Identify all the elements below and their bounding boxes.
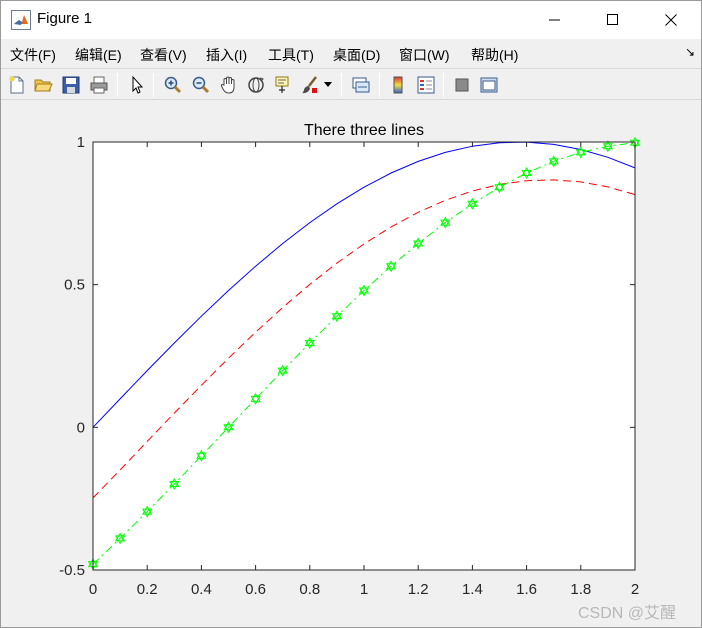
close-button[interactable]	[642, 1, 700, 39]
maximize-button[interactable]	[584, 1, 642, 39]
x-tick-label: 1	[360, 581, 368, 598]
menu-bar: 文件(F) 编辑(E) 查看(V) 插入(I) 工具(T) 桌面(D) 窗口(W…	[1, 41, 701, 67]
axes-background	[93, 142, 635, 570]
figure-window: Figure 1 文件(F) 编辑(E) 查看(V) 插入(I) 工具(T) 桌…	[0, 0, 702, 628]
new-figure-icon[interactable]	[5, 73, 29, 97]
menu-help[interactable]: 帮助(H)	[471, 45, 518, 65]
data-cursor-icon[interactable]	[271, 73, 295, 97]
save-icon[interactable]	[59, 73, 83, 97]
matlab-logo-icon	[11, 10, 31, 30]
colorbar-icon[interactable]	[386, 73, 410, 97]
open-file-icon[interactable]	[31, 73, 55, 97]
show-plot-tools-icon[interactable]	[477, 73, 501, 97]
maximize-icon	[607, 14, 618, 25]
x-tick-label: 0.4	[191, 581, 212, 598]
x-tick-label: 0.2	[137, 581, 158, 598]
brush-dropdown-icon[interactable]	[321, 73, 335, 97]
y-tick-label: 1	[77, 134, 85, 151]
link-plot-icon[interactable]	[349, 73, 373, 97]
pan-hand-icon[interactable]	[217, 73, 241, 97]
watermark-text: CSDN @艾醒	[578, 605, 677, 622]
y-tick-label: 0.5	[64, 277, 85, 294]
x-tick-label: 1.4	[462, 581, 483, 598]
x-tick-label: 2	[631, 581, 639, 598]
chart-title: There three lines	[304, 122, 424, 139]
menu-desktop[interactable]: 桌面(D)	[333, 45, 380, 65]
x-tick-label: 1.2	[408, 581, 429, 598]
menu-view[interactable]: 查看(V)	[140, 45, 187, 65]
x-tick-label: 1.8	[570, 581, 591, 598]
menu-insert[interactable]: 插入(I)	[206, 45, 247, 65]
title-bar[interactable]: Figure 1	[1, 1, 701, 39]
zoom-out-icon[interactable]	[189, 73, 213, 97]
print-icon[interactable]	[87, 73, 111, 97]
figure-canvas[interactable]: There three lines 0 0.2 0.4 0.6 0.8 1 1.2 1.4 1.…	[1, 101, 701, 627]
x-tick-label: 1.6	[516, 581, 537, 598]
toolbar-separator	[117, 73, 118, 97]
toolbar-separator	[443, 73, 444, 97]
x-tick-label: 0	[89, 581, 97, 598]
dock-arrow-icon[interactable]: ↘	[685, 45, 695, 59]
toolbar	[1, 68, 701, 100]
edit-plot-arrow-icon[interactable]	[125, 73, 149, 97]
window-title: Figure 1	[37, 10, 93, 27]
toolbar-separator	[341, 73, 342, 97]
x-tick-label: 0.8	[299, 581, 320, 598]
rotate-3d-icon[interactable]	[244, 73, 268, 97]
y-tick-label: 0	[77, 419, 85, 436]
legend-icon[interactable]	[414, 73, 438, 97]
menu-edit[interactable]: 编辑(E)	[75, 45, 122, 65]
brush-icon[interactable]	[298, 73, 322, 97]
minimize-button[interactable]	[526, 1, 584, 39]
minimize-icon	[549, 19, 560, 21]
plot-svg[interactable]: There three lines 0 0.2 0.4 0.6 0.8 1 1.2 1.4 1.…	[1, 101, 701, 627]
zoom-in-icon[interactable]	[161, 73, 185, 97]
toolbar-separator	[153, 73, 154, 97]
toolbar-separator	[379, 73, 380, 97]
y-tick-label: -0.5	[59, 562, 85, 579]
hide-plot-tools-icon[interactable]	[450, 73, 474, 97]
x-tick-label: 0.6	[245, 581, 266, 598]
close-icon	[665, 14, 677, 26]
menu-window[interactable]: 窗口(W)	[399, 45, 450, 65]
menu-file[interactable]: 文件(F)	[10, 45, 56, 65]
menu-tools[interactable]: 工具(T)	[268, 45, 314, 65]
